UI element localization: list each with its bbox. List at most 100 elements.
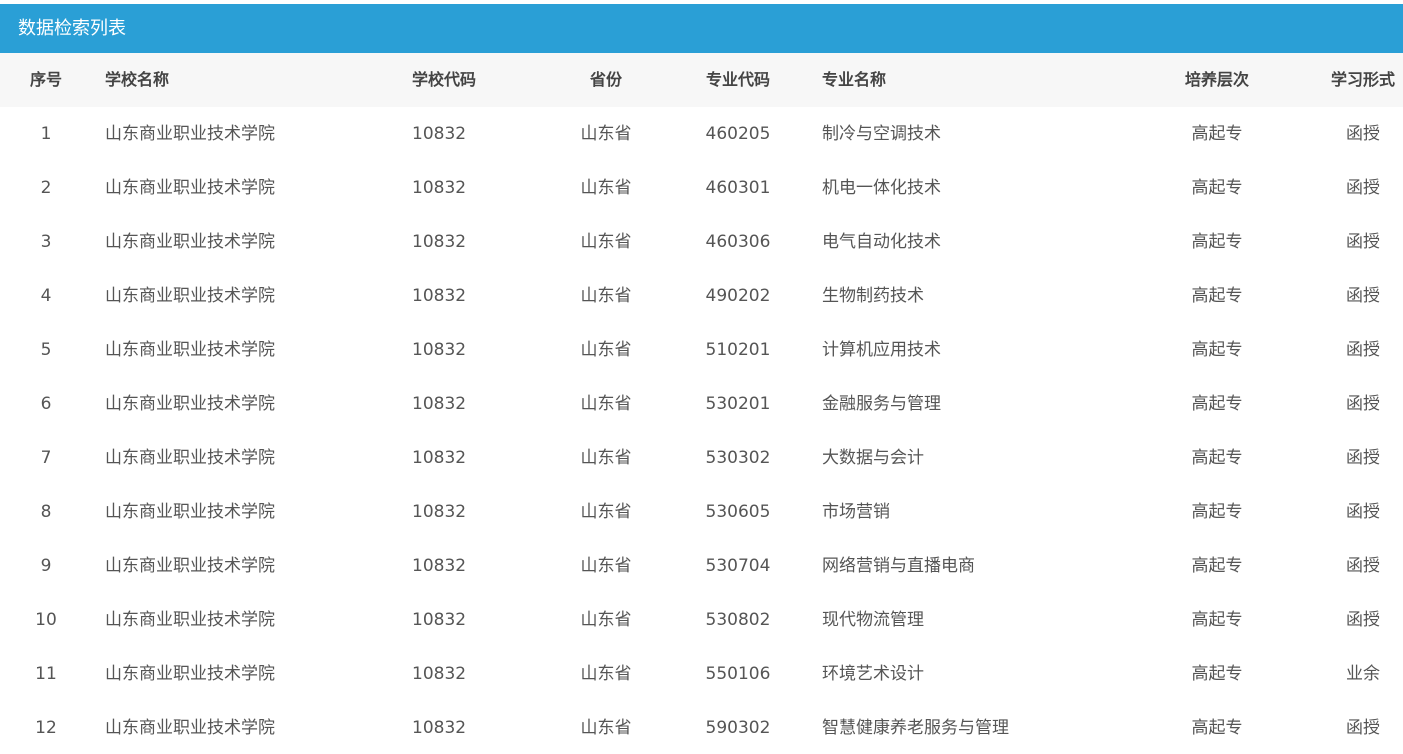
cell-study-form: 函授 [1346,502,1380,522]
cell-school-name: 山东商业职业技术学院 [105,286,275,306]
cell-major-name: 金融服务与管理 [822,394,941,414]
column-header-school-name: 学校名称 [105,70,170,89]
cell-major-name: 现代物流管理 [822,610,924,630]
table-row: 6 山东商业职业技术学院 10832 山东省 530201 金融服务与管理 高起专 函授 [0,377,1403,431]
table-row: 3 山东商业职业技术学院 10832 山东省 460306 电气自动化技术 高起专 函授 [0,215,1403,269]
column-header-index: 序号 [29,70,62,89]
cell-major-code: 550106 [705,664,771,684]
table-row: 10 山东商业职业技术学院 10832 山东省 530802 现代物流管理 高起专 函授 [0,593,1403,647]
cell-level: 高起专 [1191,556,1243,576]
cell-index: 4 [40,286,52,306]
cell-major-name: 智慧健康养老服务与管理 [822,718,1009,738]
column-header-study-form: 学习形式 [1330,70,1395,89]
table-row: 11 山东商业职业技术学院 10832 山东省 550106 环境艺术设计 高起专 业余 [0,647,1403,701]
table-row: 8 山东商业职业技术学院 10832 山东省 530605 市场营销 高起专 函授 [0,485,1403,539]
cell-school-code: 10832 [412,610,467,630]
cell-province: 山东省 [580,610,632,630]
cell-level: 高起专 [1191,232,1243,252]
cell-index: 2 [40,178,52,198]
cell-school-name: 山东商业职业技术学院 [105,232,275,252]
cell-level: 高起专 [1191,502,1243,522]
cell-level: 高起专 [1191,178,1243,198]
cell-major-code: 530802 [705,610,771,630]
cell-school-code: 10832 [412,340,467,360]
cell-index: 9 [40,556,52,576]
table-body: 1 山东商业职业技术学院 10832 山东省 460205 制冷与空调技术 高起专 函授 2 山东… [0,107,1403,754]
cell-province: 山东省 [580,394,632,414]
cell-province: 山东省 [580,718,632,738]
panel-title: 数据检索列表 [0,4,1403,53]
cell-study-form: 函授 [1346,394,1380,414]
cell-school-name: 山东商业职业技术学院 [105,556,275,576]
cell-level: 高起专 [1191,286,1243,306]
cell-school-name: 山东商业职业技术学院 [105,718,275,738]
cell-study-form: 函授 [1346,124,1380,144]
cell-school-code: 10832 [412,178,467,198]
cell-school-code: 10832 [412,448,467,468]
cell-level: 高起专 [1191,718,1243,738]
column-header-province: 省份 [589,70,622,89]
cell-province: 山东省 [580,124,632,144]
cell-school-name: 山东商业职业技术学院 [105,178,275,198]
cell-province: 山东省 [580,232,632,252]
cell-index: 8 [40,502,52,522]
cell-level: 高起专 [1191,664,1243,684]
column-header-major-code: 专业代码 [705,70,770,89]
cell-school-name: 山东商业职业技术学院 [105,502,275,522]
cell-school-code: 10832 [412,502,467,522]
cell-major-code: 530704 [705,556,771,576]
table-row: 1 山东商业职业技术学院 10832 山东省 460205 制冷与空调技术 高起专 函授 [0,107,1403,161]
cell-major-code: 460306 [705,232,771,252]
cell-school-code: 10832 [412,718,467,738]
cell-major-name: 大数据与会计 [822,448,924,468]
cell-school-name: 山东商业职业技术学院 [105,448,275,468]
data-search-panel: 数据检索列表 序号 学校名称 学校代码 省份 专业代码 专业名称 培养层次 学习… [0,0,1403,754]
cell-index: 12 [35,718,57,738]
cell-school-code: 10832 [412,664,467,684]
cell-province: 山东省 [580,556,632,576]
cell-study-form: 函授 [1346,610,1380,630]
cell-major-code: 460301 [705,178,771,198]
table-row: 12 山东商业职业技术学院 10832 山东省 590302 智慧健康养老服务与管理 高起专… [0,701,1403,754]
cell-school-code: 10832 [412,286,467,306]
table-row: 5 山东商业职业技术学院 10832 山东省 510201 计算机应用技术 高起专 函授 [0,323,1403,377]
cell-study-form: 函授 [1346,286,1380,306]
cell-school-code: 10832 [412,232,467,252]
cell-level: 高起专 [1191,610,1243,630]
cell-major-name: 制冷与空调技术 [822,124,941,144]
cell-major-code: 530302 [705,448,771,468]
cell-major-name: 生物制药技术 [822,286,924,306]
cell-study-form: 业余 [1346,664,1380,684]
cell-index: 10 [35,610,57,630]
cell-level: 高起专 [1191,448,1243,468]
cell-school-name: 山东商业职业技术学院 [105,394,275,414]
cell-index: 5 [40,340,52,360]
cell-province: 山东省 [580,448,632,468]
cell-province: 山东省 [580,664,632,684]
cell-index: 1 [40,124,52,144]
cell-major-code: 530201 [705,394,771,414]
table-row: 9 山东商业职业技术学院 10832 山东省 530704 网络营销与直播电商 高起专 函授 [0,539,1403,593]
cell-school-code: 10832 [412,394,467,414]
cell-study-form: 函授 [1346,718,1380,738]
column-header-level: 培养层次 [1184,70,1249,89]
cell-province: 山东省 [580,340,632,360]
cell-school-name: 山东商业职业技术学院 [105,610,275,630]
cell-school-code: 10832 [412,556,467,576]
cell-major-name: 环境艺术设计 [822,664,924,684]
cell-index: 7 [40,448,52,468]
cell-index: 3 [40,232,52,252]
cell-major-name: 市场营销 [822,502,890,522]
cell-major-code: 490202 [705,286,771,306]
table-row: 2 山东商业职业技术学院 10832 山东省 460301 机电一体化技术 高起专 函授 [0,161,1403,215]
column-header-major-name: 专业名称 [822,70,887,89]
cell-level: 高起专 [1191,340,1243,360]
table-header: 序号 学校名称 学校代码 省份 专业代码 专业名称 培养层次 学习形式 [0,53,1403,107]
cell-level: 高起专 [1191,124,1243,144]
cell-province: 山东省 [580,286,632,306]
cell-school-name: 山东商业职业技术学院 [105,124,275,144]
column-header-school-code: 学校代码 [412,70,477,89]
cell-study-form: 函授 [1346,178,1380,198]
cell-major-code: 590302 [705,718,771,738]
cell-major-name: 网络营销与直播电商 [822,556,975,576]
